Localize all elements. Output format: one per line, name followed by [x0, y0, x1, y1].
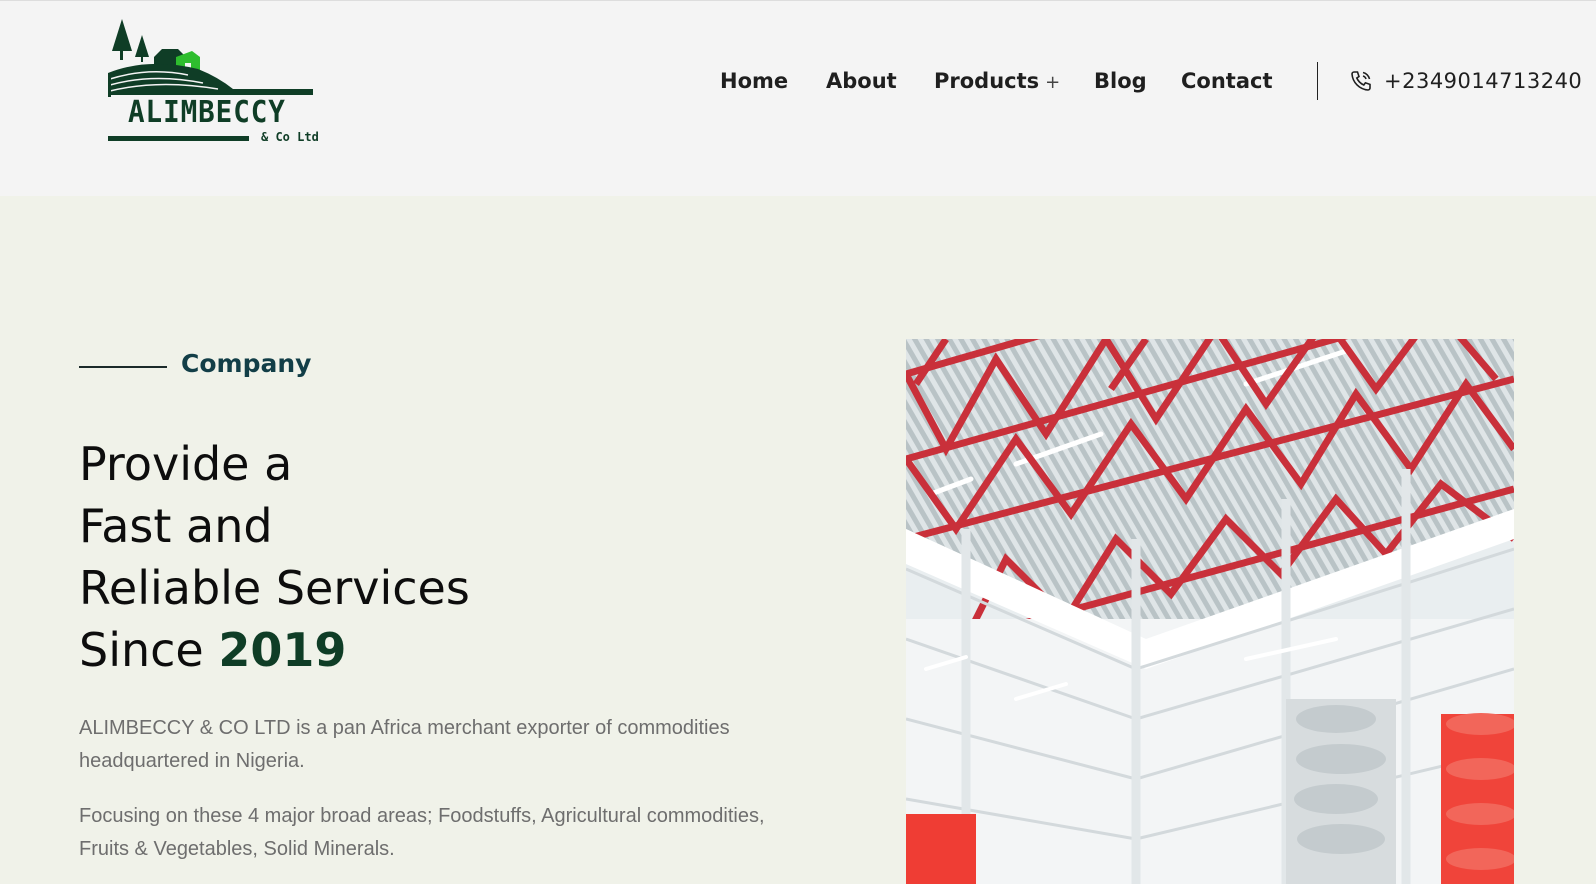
nav-divider	[1317, 62, 1318, 100]
nav-products-label: Products	[934, 69, 1040, 93]
focus-paragraph: Focusing on these 4 major broad areas; F…	[79, 805, 765, 860]
phone-number-link[interactable]: +2349014713240	[1384, 63, 1582, 99]
heading-line-2: Fast and	[79, 499, 273, 553]
heading-line-1: Provide a	[79, 437, 293, 491]
heading-line-4: Since 2019	[79, 619, 470, 681]
logo-wordmark: ALIMBECCY	[128, 95, 286, 130]
heading-prefix: Since	[79, 623, 219, 677]
warehouse-image	[906, 339, 1514, 884]
section-kicker: Company	[181, 349, 312, 378]
site-header: ALIMBECCY & Co Ltd Home About Products + …	[0, 0, 1596, 196]
hero-heading: Provide a Fast and Reliable Services Sin…	[79, 433, 470, 681]
nav-contact[interactable]: Contact	[1181, 63, 1273, 99]
nav-home[interactable]: Home	[720, 63, 788, 99]
nav-products[interactable]: Products +	[934, 63, 1060, 99]
nav-blog[interactable]: Blog	[1094, 63, 1147, 99]
phone-icon	[1349, 69, 1373, 93]
nav-about[interactable]: About	[826, 63, 897, 99]
plus-icon[interactable]: +	[1045, 72, 1060, 93]
heading-line-3: Reliable Services	[79, 561, 470, 615]
intro-paragraph: ALIMBECCY & CO LTD is a pan Africa merch…	[79, 717, 730, 772]
kicker-line	[79, 366, 167, 368]
heading-year: 2019	[218, 623, 347, 677]
logo-subtitle: & Co Ltd	[261, 130, 319, 144]
